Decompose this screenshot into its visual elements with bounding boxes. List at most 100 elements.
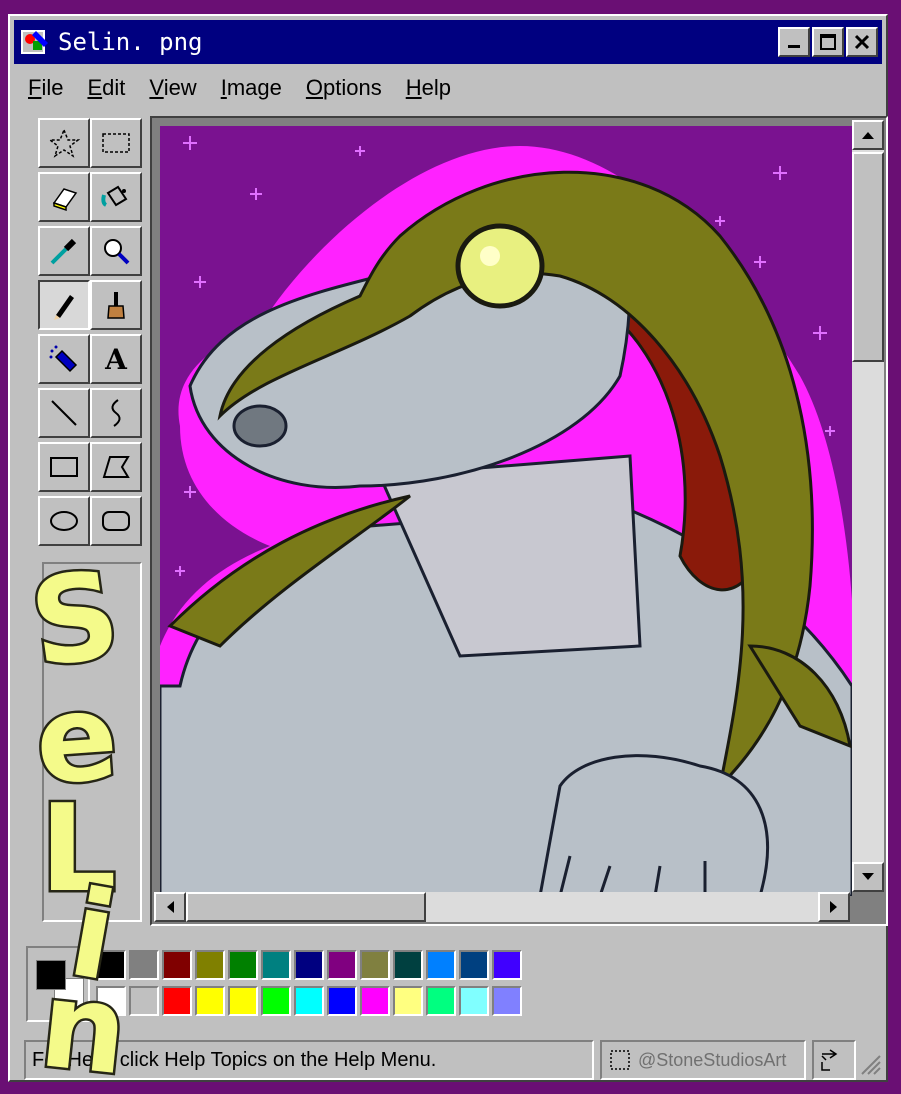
maximize-icon [820, 34, 836, 50]
line-icon [51, 400, 77, 426]
tool-options-box[interactable] [42, 562, 142, 922]
palette-swatch[interactable] [327, 950, 357, 980]
palette-swatch[interactable] [492, 986, 522, 1016]
palette-swatch[interactable] [195, 950, 225, 980]
canvas-area [150, 116, 888, 926]
arrow-right-icon [830, 901, 837, 913]
curve-icon [111, 399, 121, 427]
menu-file[interactable]: File [16, 75, 75, 101]
close-button[interactable] [846, 27, 878, 57]
drawing-canvas[interactable] [160, 126, 852, 896]
arrow-left-icon [167, 901, 174, 913]
scroll-left-button[interactable] [154, 892, 186, 922]
magnifier-icon [104, 239, 130, 265]
status-size-pane [812, 1040, 856, 1080]
palette-swatch[interactable] [426, 986, 456, 1016]
scroll-right-button[interactable] [818, 892, 850, 922]
fill-bucket-icon [101, 185, 128, 207]
paint-app-icon[interactable] [20, 27, 50, 57]
nostril [232, 404, 288, 448]
palette-swatch[interactable] [393, 950, 423, 980]
scroll-down-button[interactable] [852, 862, 884, 892]
airbrush-icon [49, 345, 78, 373]
pencil-tool[interactable] [38, 280, 90, 330]
arrow-up-icon [862, 132, 874, 139]
palette-swatch[interactable] [195, 986, 225, 1016]
menu-edit[interactable]: Edit [75, 75, 137, 101]
brush-icon [107, 292, 125, 319]
eraser-tool[interactable] [38, 172, 90, 222]
star-select-icon [48, 127, 80, 158]
palette-swatch[interactable] [162, 950, 192, 980]
palette-swatch[interactable] [459, 986, 489, 1016]
palette-swatch[interactable] [393, 986, 423, 1016]
palette-swatch[interactable] [294, 986, 324, 1016]
line-tool[interactable] [38, 388, 90, 438]
ellipse-tool[interactable] [38, 496, 90, 546]
airbrush-tool[interactable] [38, 334, 90, 384]
menu-options[interactable]: Options [294, 75, 394, 101]
menu-image[interactable]: Image [209, 75, 294, 101]
toolbox: A [28, 118, 144, 554]
ellipse-icon [50, 511, 78, 531]
curve-tool[interactable] [90, 388, 142, 438]
current-colors[interactable] [26, 946, 90, 1022]
rounded-rect-icon [102, 511, 130, 531]
title-bar[interactable]: Selin. png [14, 20, 882, 64]
palette-swatch[interactable] [360, 950, 390, 980]
pick-color-tool[interactable] [38, 226, 90, 276]
palette-swatch[interactable] [162, 986, 192, 1016]
menu-help[interactable]: Help [394, 75, 463, 101]
palette-swatch[interactable] [327, 986, 357, 1016]
rect-select-icon [102, 133, 130, 153]
close-icon [854, 34, 870, 50]
horizontal-scrollbar[interactable] [154, 892, 850, 922]
fill-tool[interactable] [90, 172, 142, 222]
palette-swatch[interactable] [261, 950, 291, 980]
select-tool[interactable] [90, 118, 142, 168]
horizontal-scroll-thumb[interactable] [186, 892, 426, 922]
palette-swatch[interactable] [129, 986, 159, 1016]
palette-swatch[interactable] [294, 950, 324, 980]
polygon-icon [102, 456, 130, 478]
brush-tool[interactable] [90, 280, 142, 330]
palette-swatch[interactable] [261, 986, 291, 1016]
vertical-scrollbar[interactable] [852, 120, 884, 892]
menu-bar: File Edit View Image Options Help [16, 68, 463, 108]
vertical-scroll-thumb[interactable] [852, 152, 884, 362]
foreground-color-box[interactable] [36, 960, 66, 990]
status-help-text: For Help, click Help Topics on the Help … [32, 1048, 437, 1071]
status-bar: For Help, click Help Topics on the Help … [24, 1040, 872, 1080]
polygon-tool[interactable] [90, 442, 142, 492]
status-help-pane: For Help, click Help Topics on the Help … [24, 1040, 594, 1080]
eye [455, 223, 545, 309]
palette-swatch[interactable] [492, 950, 522, 980]
palette-swatch[interactable] [129, 950, 159, 980]
rectangle-tool[interactable] [38, 442, 90, 492]
eyedropper-icon [50, 238, 77, 265]
rounded-rectangle-tool[interactable] [90, 496, 142, 546]
palette-swatch[interactable] [360, 986, 390, 1016]
resize-grip[interactable] [858, 1052, 882, 1076]
palette-swatch[interactable] [228, 986, 258, 1016]
palette-swatch[interactable] [228, 950, 258, 980]
window-title: Selin. png [58, 28, 203, 56]
minimize-button[interactable] [778, 27, 810, 57]
palette-swatch[interactable] [96, 986, 126, 1016]
free-form-select-tool[interactable] [38, 118, 90, 168]
pupil-shine [480, 246, 500, 266]
color-palette [26, 946, 586, 1026]
scroll-up-button[interactable] [852, 120, 884, 150]
selection-size-icon [610, 1050, 630, 1070]
resize-icon [821, 1049, 838, 1071]
palette-swatch[interactable] [426, 950, 456, 980]
text-icon: A [105, 342, 127, 376]
magnifier-tool[interactable] [90, 226, 142, 276]
palette-swatch[interactable] [96, 950, 126, 980]
paint-window: Selin. png File Edit View Image Options … [8, 14, 888, 1082]
menu-view[interactable]: View [137, 75, 208, 101]
maximize-button[interactable] [812, 27, 844, 57]
credit-text: @StoneStudiosArt [638, 1049, 787, 1070]
palette-swatch[interactable] [459, 950, 489, 980]
text-tool[interactable]: A [90, 334, 142, 384]
